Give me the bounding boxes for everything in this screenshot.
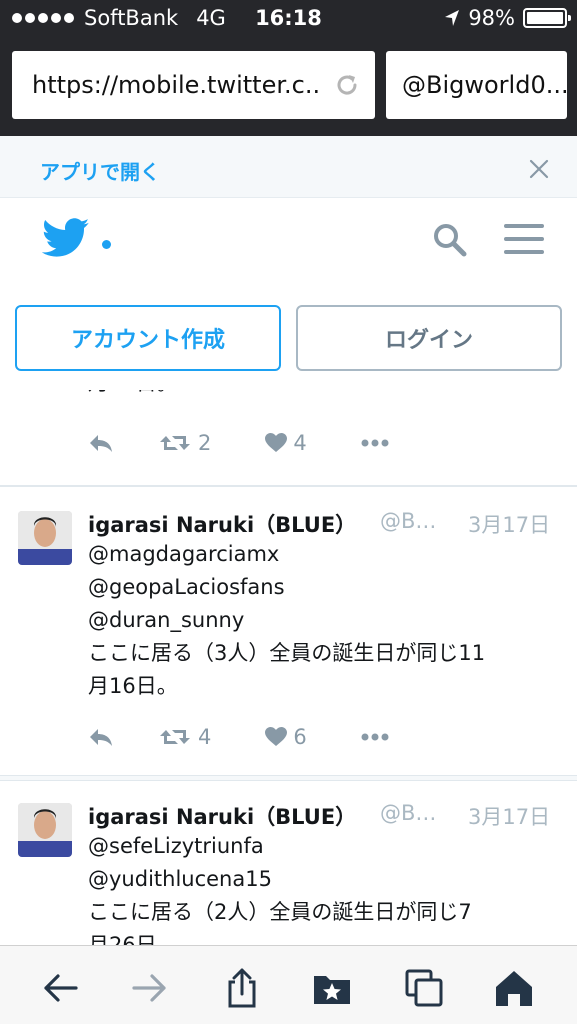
home-icon[interactable] <box>494 968 534 1008</box>
retweet-icon <box>160 730 190 744</box>
like-button[interactable]: 4 <box>265 431 307 455</box>
battery-icon <box>523 8 571 28</box>
tweet-text-line: ここに居る（3人）全員の誕生日が同じ11 <box>88 641 486 665</box>
browser-toolbar <box>0 945 577 1024</box>
reply-button[interactable] <box>88 433 114 453</box>
retweet-count: 2 <box>198 431 212 455</box>
avatar[interactable] <box>18 511 72 565</box>
more-button[interactable] <box>361 733 389 741</box>
tweet-text-line: ここに居る（2人）全員の誕生日が同じ7 <box>88 900 472 924</box>
mention-link[interactable]: @sefeLizytriunfa <box>88 830 563 863</box>
tabs-icon[interactable] <box>404 968 444 1008</box>
forward-icon[interactable] <box>130 968 170 1008</box>
location-arrow-icon <box>445 10 460 26</box>
open-app-link[interactable]: アプリで開く <box>40 156 160 185</box>
bookmarks-icon[interactable] <box>312 968 352 1008</box>
twitter-bird-icon[interactable] <box>42 218 90 258</box>
retweet-button[interactable]: 2 <box>160 431 211 455</box>
timeline[interactable]: 月14日。 2 4 igarasi Naruki（BLUE） @B… 3月17日 <box>0 390 577 945</box>
tweet-card[interactable]: igarasi Naruki（BLUE） @B… 3月17日 @sefeLizy… <box>0 780 577 945</box>
tweet-date[interactable]: 3月17日 <box>468 509 550 539</box>
tweet-card[interactable]: 月14日。 2 4 <box>0 390 577 486</box>
close-icon[interactable] <box>528 158 550 180</box>
tweet-text-line: 月16日。 <box>88 674 178 698</box>
like-icon <box>265 433 288 452</box>
page-title-field[interactable]: @Bigworld0... <box>386 51 567 119</box>
tweet-actions: 2 4 <box>88 431 389 455</box>
logo-dot <box>102 240 111 249</box>
back-icon[interactable] <box>40 968 80 1008</box>
browser-address-bar: https://mobile.twitter.c... @Bigworld0..… <box>0 36 577 136</box>
status-bar: SoftBank 4G 16:18 98% <box>0 0 577 36</box>
author-handle[interactable]: @B… <box>380 801 436 825</box>
like-button[interactable]: 6 <box>265 725 307 749</box>
avatar[interactable] <box>18 803 72 857</box>
search-icon[interactable] <box>432 222 468 258</box>
tweet-date[interactable]: 3月17日 <box>468 801 550 831</box>
retweet-count: 4 <box>198 725 212 749</box>
like-count: 4 <box>293 431 307 455</box>
tweet-card[interactable]: igarasi Naruki（BLUE） @B… 3月17日 @magdagar… <box>0 486 577 776</box>
tweet-text: @sefeLizytriunfa @yudithlucena15 ここに居る（2… <box>88 830 563 945</box>
menu-icon[interactable] <box>504 222 544 256</box>
like-icon <box>265 727 288 746</box>
tweet-text: 月14日。 <box>88 390 563 400</box>
mention-link[interactable]: @geopaLaciosfans <box>88 571 563 604</box>
author-name[interactable]: igarasi Naruki（BLUE） <box>88 801 356 831</box>
more-button[interactable] <box>361 439 389 447</box>
like-count: 6 <box>293 725 307 749</box>
battery-percent: 98% <box>468 6 515 30</box>
author-handle[interactable]: @B… <box>380 509 436 533</box>
open-app-banner: アプリで開く <box>0 136 577 198</box>
url-field[interactable]: https://mobile.twitter.c... <box>12 51 375 119</box>
tweet-text: @magdagarciamx @geopaLaciosfans @duran_s… <box>88 538 563 703</box>
reply-button[interactable] <box>88 727 114 747</box>
reload-icon[interactable] <box>333 71 361 99</box>
signup-button[interactable]: アカウント作成 <box>15 305 281 371</box>
author-name[interactable]: igarasi Naruki（BLUE） <box>88 509 356 539</box>
reply-icon <box>90 729 112 746</box>
mention-link[interactable]: @duran_sunny <box>88 604 563 637</box>
tweet-text-line: 月26日。 <box>88 933 178 945</box>
reply-icon <box>90 435 112 452</box>
page-title-text: @Bigworld0... <box>402 71 567 99</box>
url-text: https://mobile.twitter.c... <box>32 71 322 99</box>
share-icon[interactable] <box>222 968 262 1008</box>
retweet-button[interactable]: 4 <box>160 725 211 749</box>
tweet-actions: 4 6 <box>88 725 389 749</box>
login-button[interactable]: ログイン <box>296 305 562 371</box>
more-icon <box>361 733 389 741</box>
retweet-icon <box>160 436 190 450</box>
more-icon <box>361 439 389 447</box>
mention-link[interactable]: @yudithlucena15 <box>88 863 563 896</box>
mention-link[interactable]: @magdagarciamx <box>88 538 563 571</box>
